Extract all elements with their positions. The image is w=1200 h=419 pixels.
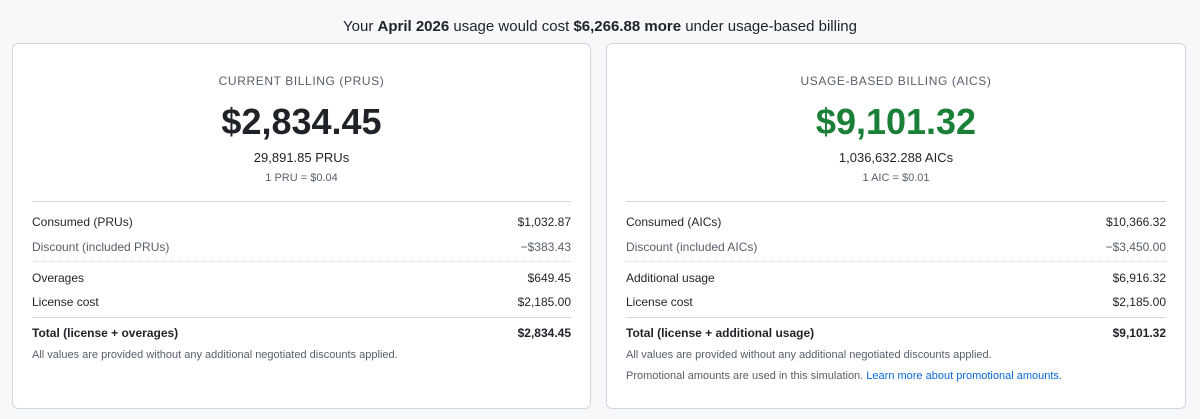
- usage-billing-amount: $9,101.32: [815, 101, 977, 142]
- row-value: −$383.43: [520, 240, 571, 254]
- usage-billing-title: USAGE-BASED BILLING (AICS): [800, 74, 992, 88]
- row-value: $2,834.45: [517, 326, 571, 340]
- row-label: Discount (included AICs): [626, 240, 758, 254]
- row-label: Consumed (AICs): [626, 215, 722, 229]
- current-billing-card: CURRENT BILLING (PRUS) $2,834.45 29,891.…: [12, 43, 591, 409]
- row-label: Discount (included PRUs): [32, 240, 170, 254]
- overages-row: Overages $649.45: [32, 268, 571, 288]
- total-row: Total (license + additional usage) $9,10…: [626, 323, 1166, 343]
- divider: [32, 317, 571, 318]
- divider: [626, 261, 1166, 262]
- row-label: Total (license + additional usage): [626, 326, 815, 340]
- headline-month: April 2026: [377, 18, 450, 35]
- disclaimer-note: All values are provided without any addi…: [626, 349, 992, 361]
- discount-row: Discount (included PRUs) −$383.43: [32, 237, 571, 257]
- usage-based-billing-card: USAGE-BASED BILLING (AICS) $9,101.32 1,0…: [606, 43, 1186, 409]
- row-value: $2,185.00: [517, 295, 571, 309]
- row-value: $6,916.32: [1112, 271, 1166, 285]
- current-billing-title: CURRENT BILLING (PRUS): [218, 74, 385, 88]
- promotional-note: Promotional amounts are used in this sim…: [626, 370, 1166, 382]
- divider: [32, 261, 571, 262]
- divider: [626, 201, 1166, 202]
- row-value: $9,101.32: [1112, 326, 1166, 340]
- promotional-amounts-link[interactable]: Learn more about promotional amounts.: [866, 370, 1062, 382]
- divider: [626, 317, 1166, 318]
- headline-difference: $6,266.88 more: [573, 18, 682, 35]
- row-label: License cost: [626, 295, 693, 309]
- headline-prefix: Your: [343, 18, 378, 35]
- consumed-row: Consumed (AICs) $10,366.32: [626, 212, 1166, 232]
- row-label: License cost: [32, 295, 99, 309]
- discount-row: Discount (included AICs) −$3,450.00: [626, 237, 1166, 257]
- license-cost-row: License cost $2,185.00: [626, 292, 1166, 312]
- license-cost-row: License cost $2,185.00: [32, 292, 571, 312]
- total-row: Total (license + overages) $2,834.45: [32, 323, 571, 343]
- divider: [32, 201, 571, 202]
- current-billing-amount: $2,834.45: [221, 101, 382, 142]
- headline-middle: usage would cost: [449, 18, 574, 35]
- row-value: $649.45: [527, 271, 571, 285]
- row-label: Additional usage: [626, 271, 715, 285]
- promotional-note-text: Promotional amounts are used in this sim…: [626, 370, 867, 382]
- row-value: $2,185.00: [1112, 295, 1166, 309]
- row-value: $1,032.87: [517, 215, 571, 229]
- usage-billing-rate: 1 AIC = $0.01: [862, 172, 930, 184]
- cost-comparison-headline: Your April 2026 usage would cost $6,266.…: [0, 18, 1200, 35]
- headline-suffix: under usage-based billing: [681, 18, 857, 35]
- row-value: $10,366.32: [1105, 215, 1166, 229]
- current-billing-units: 29,891.85 PRUs: [253, 150, 350, 165]
- row-label: Overages: [32, 271, 85, 285]
- disclaimer-note: All values are provided without any addi…: [32, 349, 398, 361]
- additional-usage-row: Additional usage $6,916.32: [626, 268, 1166, 288]
- current-billing-rate: 1 PRU = $0.04: [265, 172, 338, 184]
- row-label: Consumed (PRUs): [32, 215, 133, 229]
- usage-billing-units: 1,036,632.288 AICs: [838, 150, 954, 165]
- row-label: Total (license + overages): [32, 326, 179, 340]
- row-value: −$3,450.00: [1105, 240, 1166, 254]
- consumed-row: Consumed (PRUs) $1,032.87: [32, 212, 571, 232]
